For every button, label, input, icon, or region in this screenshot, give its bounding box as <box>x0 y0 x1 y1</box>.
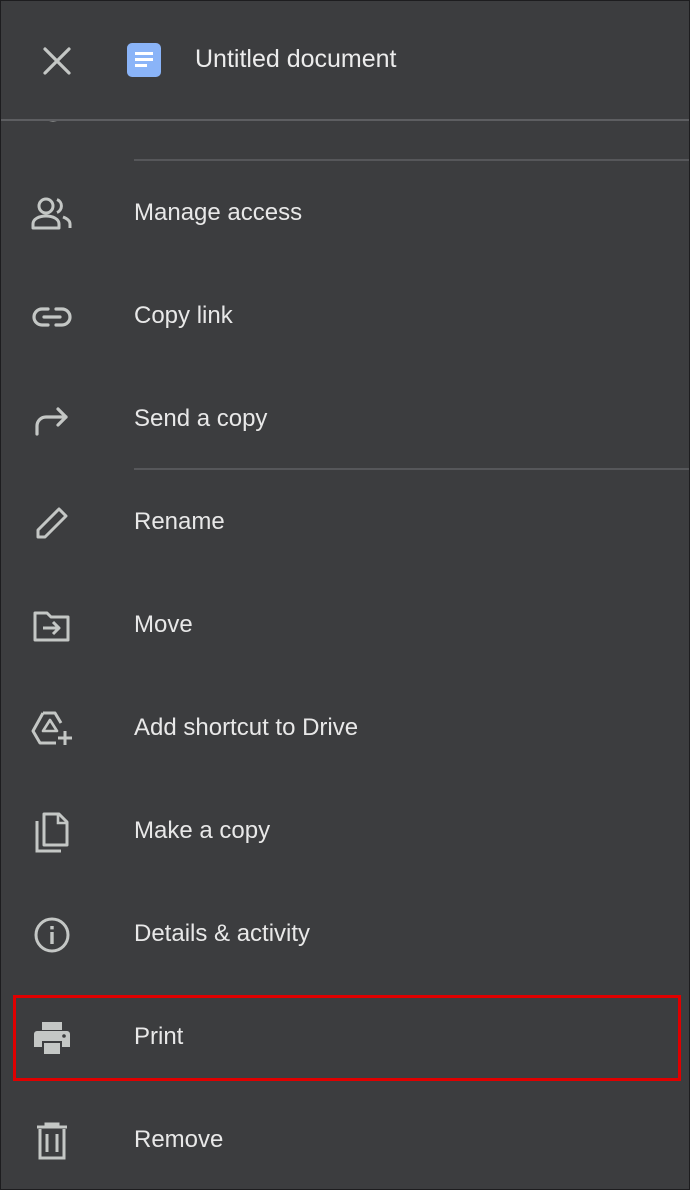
menu-item-print[interactable]: Print <box>1 986 689 1089</box>
menu-item-move[interactable]: Move <box>1 574 689 677</box>
link-icon <box>29 296 75 338</box>
menu-item-label: Rename <box>134 508 225 535</box>
menu-divider <box>134 159 689 161</box>
menu-item-label: Make a copy <box>134 817 271 844</box>
menu-item-label: Print <box>134 1023 184 1050</box>
menu-item-label: Remove <box>134 1126 224 1153</box>
menu-divider <box>134 468 689 470</box>
menu-item-add-shortcut[interactable]: Add shortcut to Drive <box>1 677 689 780</box>
menu-item-label: Details & activity <box>134 920 311 947</box>
header-divider <box>1 119 689 121</box>
menu-item-label: Add shortcut to Drive <box>134 714 359 741</box>
menu-item-label: Move <box>134 611 193 638</box>
app-header: Untitled document <box>1 1 689 119</box>
move-folder-icon <box>29 605 75 647</box>
forward-arrow-icon <box>29 399 75 441</box>
google-docs-icon <box>127 43 161 77</box>
menu-item-send-a-copy[interactable]: Send a copy <box>1 368 689 471</box>
close-button[interactable] <box>31 35 83 87</box>
trash-icon <box>29 1120 75 1162</box>
menu-item-make-a-copy[interactable]: Make a copy <box>1 780 689 883</box>
people-icon <box>29 193 75 235</box>
menu-item-details-activity[interactable]: Details & activity <box>1 883 689 986</box>
document-title: Untitled document <box>195 45 397 73</box>
menu-item-manage-access[interactable]: Manage access <box>1 162 689 265</box>
menu-item-remove[interactable]: Remove <box>1 1089 689 1189</box>
menu-item-label: Copy link <box>134 302 233 329</box>
printer-icon <box>29 1017 75 1059</box>
info-icon <box>29 914 75 956</box>
pencil-icon <box>29 502 75 544</box>
menu-item-copy-link[interactable]: Copy link <box>1 265 689 368</box>
menu-item-rename[interactable]: Rename <box>1 471 689 574</box>
menu-item-label: Send a copy <box>134 405 268 432</box>
close-icon <box>42 46 72 76</box>
copy-file-icon <box>29 811 75 853</box>
menu-item-label: Manage access <box>134 199 303 226</box>
drive-shortcut-icon <box>29 708 75 750</box>
menu-sheet: Untitled document Manage access Copy lin… <box>0 0 690 1190</box>
